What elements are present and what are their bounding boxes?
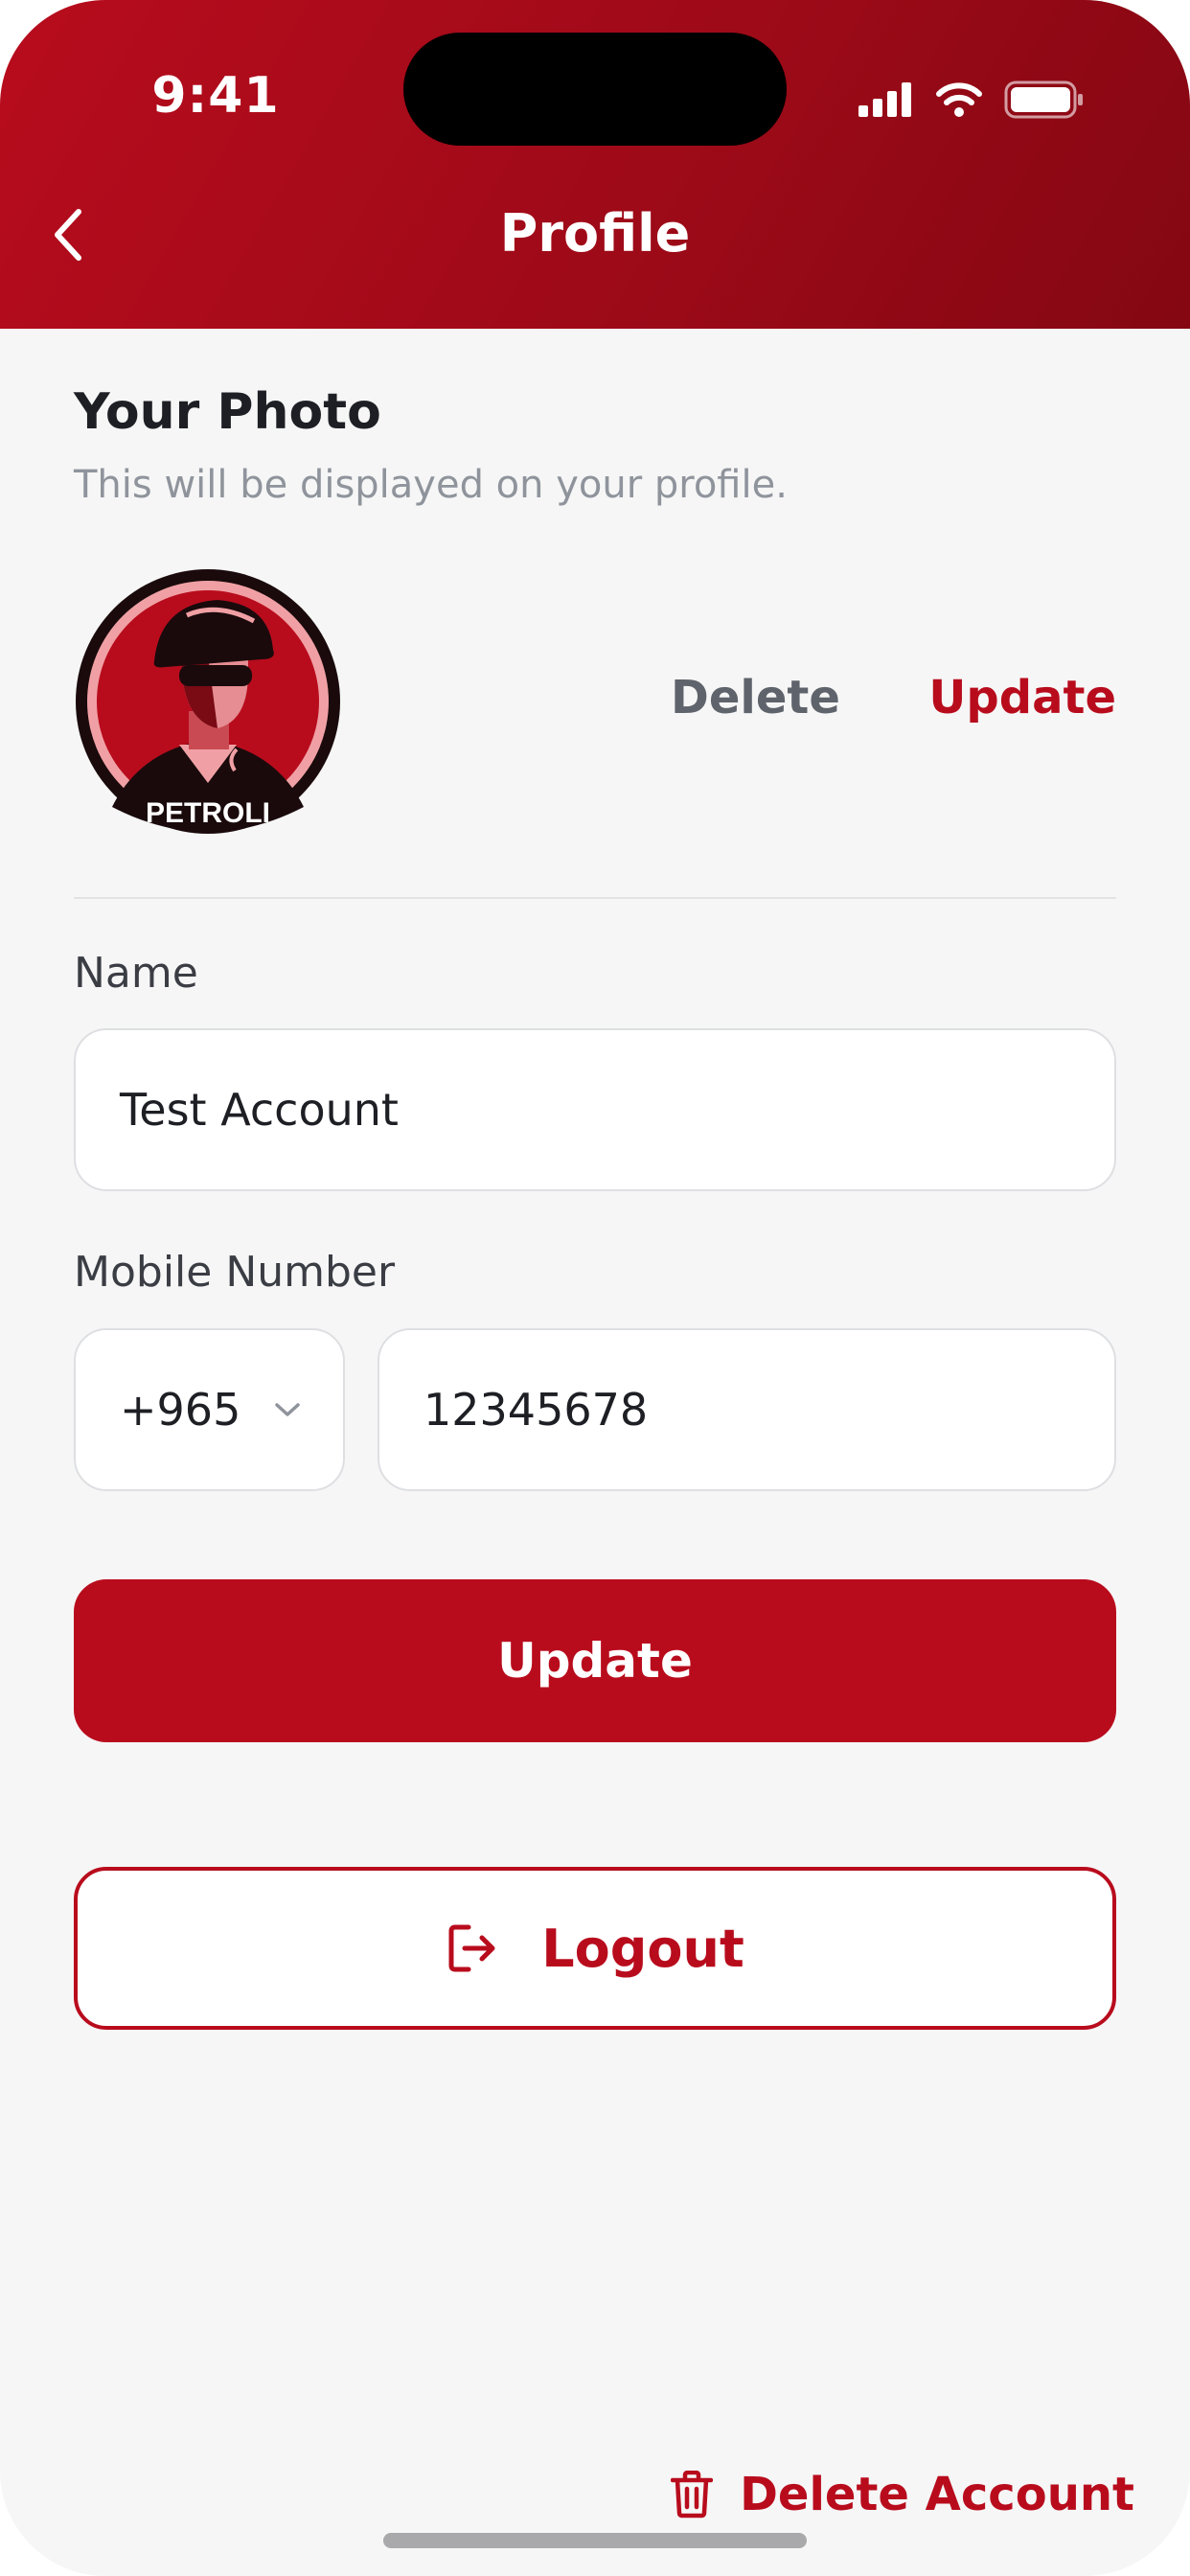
dynamic-island: [403, 33, 787, 146]
delete-account-label: Delete Account: [740, 2468, 1134, 2521]
name-label: Name: [74, 949, 198, 998]
delete-account-button[interactable]: Delete Account: [671, 2468, 1134, 2521]
battery-icon: [1004, 80, 1083, 119]
country-code-select[interactable]: +965: [74, 1328, 345, 1491]
wifi-icon: [936, 82, 982, 117]
logout-button[interactable]: Logout: [74, 1867, 1116, 2030]
avatar-logo-text: PETROLI: [146, 797, 270, 829]
phone-field[interactable]: 12345678: [378, 1328, 1116, 1491]
name-value: Test Account: [120, 1084, 399, 1136]
page-title: Profile: [499, 203, 691, 264]
phone-value: 12345678: [423, 1384, 649, 1436]
mobile-label: Mobile Number: [74, 1248, 396, 1297]
status-icons: [858, 80, 1085, 119]
update-profile-label: Update: [497, 1633, 693, 1689]
chevron-down-icon: [275, 1403, 301, 1416]
name-field[interactable]: Test Account: [74, 1028, 1116, 1191]
country-code-value: +965: [120, 1384, 241, 1436]
signal-icon: [858, 82, 911, 117]
divider: [74, 897, 1116, 899]
logout-label: Logout: [541, 1918, 744, 1979]
delete-photo-button[interactable]: Delete: [671, 671, 840, 724]
status-time: 9:41: [151, 67, 280, 125]
photo-section-subtitle: This will be displayed on your profile.: [74, 463, 788, 507]
trash-icon: [671, 2471, 714, 2518]
logout-icon: [448, 1924, 495, 1972]
home-indicator: [383, 2533, 807, 2548]
avatar: PETROLI: [74, 567, 342, 836]
update-photo-button[interactable]: Update: [928, 671, 1116, 724]
update-profile-button[interactable]: Update: [74, 1579, 1116, 1742]
avatar-logo: PETROLI: [76, 569, 340, 834]
header: 9:41 Profile: [0, 0, 1190, 329]
photo-section-title: Your Photo: [74, 383, 381, 441]
profile-screen: 9:41 Profile Your Photo This will be dis…: [0, 0, 1190, 2576]
